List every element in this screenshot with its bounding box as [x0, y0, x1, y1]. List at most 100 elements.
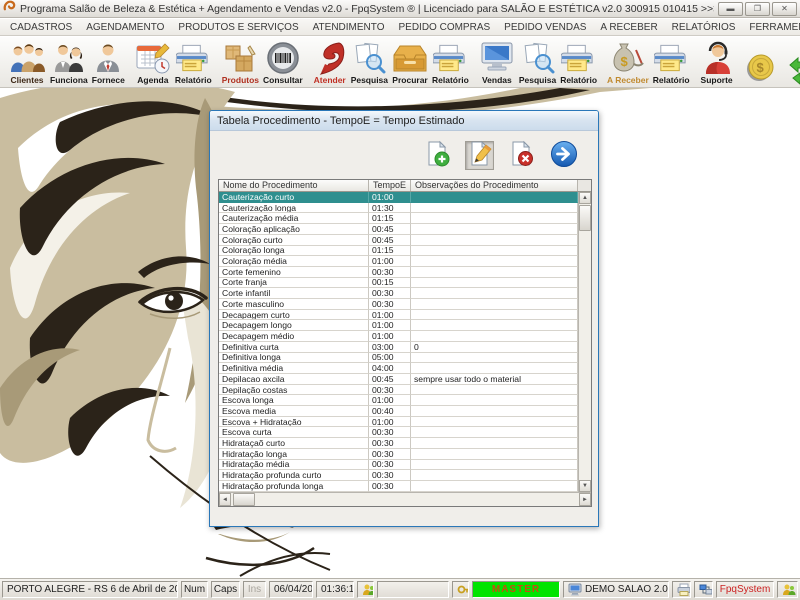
- tempoe-cell: 00:15: [369, 278, 411, 289]
- relatorio-atendimento-button[interactable]: Relatório: [430, 38, 471, 86]
- menu-item-pedido-compras[interactable]: PEDIDO COMPRAS: [391, 19, 497, 35]
- procedure-name-cell: Coloração longa: [219, 246, 369, 257]
- table-row[interactable]: Definitiva curta03:000: [219, 342, 578, 353]
- minimize-button[interactable]: ▬: [718, 2, 743, 16]
- table-row[interactable]: Corte franja00:15: [219, 278, 578, 289]
- status-panel-printer: [672, 581, 691, 598]
- observacao-cell: [411, 310, 578, 321]
- table-row[interactable]: Escova longa01:00: [219, 395, 578, 406]
- scroll-down-icon[interactable]: ▼: [579, 480, 591, 492]
- scroll-up-icon[interactable]: ▲: [579, 192, 591, 204]
- procurar-button[interactable]: Procurar: [390, 38, 430, 86]
- procedure-name-cell: Corte masculino: [219, 299, 369, 310]
- vendas-button[interactable]: Vendas: [477, 38, 517, 86]
- table-row[interactable]: Hidratação longa00:30: [219, 449, 578, 460]
- table-row[interactable]: Cauterização longa01:30: [219, 203, 578, 214]
- relatorio-a-receber-button[interactable]: Relatório: [651, 38, 692, 86]
- status-panel-network: [694, 581, 713, 598]
- procurar-label: Procurar: [392, 75, 427, 85]
- menu-item-cadastros[interactable]: CADASTROS: [3, 19, 79, 35]
- procedure-name-cell: Hidratação média: [219, 460, 369, 471]
- printer-icon: [433, 40, 468, 75]
- doc-add-icon: [424, 140, 451, 170]
- scroll-right-icon[interactable]: ►: [579, 493, 591, 506]
- status-panel-num-lock: Num: [181, 581, 208, 598]
- toolbar-group: ProdutosConsultar: [218, 38, 307, 86]
- table-row[interactable]: Corte masculino00:30: [219, 299, 578, 310]
- monitor-icon: [479, 40, 515, 75]
- table-row[interactable]: Coloração aplicação00:45: [219, 224, 578, 235]
- close-button[interactable]: ✕: [772, 2, 797, 16]
- table-row[interactable]: Escova media00:40: [219, 406, 578, 417]
- table-row[interactable]: Hidratação profunda longa00:30: [219, 481, 578, 492]
- sair-button[interactable]: EXIT: [785, 38, 800, 86]
- table-row[interactable]: Corte femenino00:30: [219, 267, 578, 278]
- column-header-observacoes[interactable]: Observações do Procedimento: [411, 180, 578, 191]
- horizontal-scroll-thumb[interactable]: [233, 493, 255, 506]
- next-record-button[interactable]: [549, 141, 578, 170]
- menu-item-pedido-vendas[interactable]: PEDIDO VENDAS: [497, 19, 593, 35]
- horizontal-scrollbar[interactable]: ◄ ►: [219, 492, 591, 506]
- suporte-button[interactable]: Suporte: [698, 38, 736, 86]
- table-row[interactable]: Hidratação média00:30: [219, 460, 578, 471]
- table-row[interactable]: Decapagem curto01:00: [219, 310, 578, 321]
- produtos-button[interactable]: Produtos: [220, 38, 261, 86]
- edit-record-button[interactable]: [465, 141, 494, 170]
- vertical-scroll-thumb[interactable]: [579, 205, 591, 231]
- table-header-stub: [578, 180, 591, 192]
- menu-item-produtos-e-servi-os[interactable]: PRODUTOS E SERVIÇOS: [171, 19, 305, 35]
- status-panel-key: [452, 581, 469, 598]
- dialog-title-bar[interactable]: Tabela Procedimento - TempoE = Tempo Est…: [210, 111, 598, 131]
- table-row[interactable]: Definitiva média04:00: [219, 363, 578, 374]
- menu-item-relat-rios[interactable]: RELATÓRIOS: [665, 19, 743, 35]
- table-row[interactable]: Escova + Hidratação01:00: [219, 417, 578, 428]
- table-row[interactable]: Cauterização curto01:00: [219, 192, 578, 203]
- menu-item-atendimento[interactable]: ATENDIMENTO: [306, 19, 392, 35]
- status-panel-demo: DEMO SALAO 2.0: [563, 581, 669, 598]
- pesquisa-atendimento-button[interactable]: Pesquisa: [349, 38, 390, 86]
- ribbon-icon: [313, 40, 347, 75]
- delete-record-button[interactable]: [507, 141, 536, 170]
- dialog-toolbar: [210, 140, 578, 170]
- scroll-left-icon[interactable]: ◄: [219, 493, 231, 506]
- fornecedor-button[interactable]: Fornece: [90, 38, 127, 86]
- funcionario-button[interactable]: Funciona: [48, 38, 90, 86]
- table-row[interactable]: Corte infantil00:30: [219, 288, 578, 299]
- consultar-button[interactable]: Consultar: [261, 38, 305, 86]
- table-row[interactable]: Cauterização média01:15: [219, 213, 578, 224]
- menu-item-ferramentas[interactable]: FERRAMENTAS: [742, 19, 800, 35]
- vertical-scrollbar[interactable]: ▲ ▼: [578, 192, 591, 492]
- table-row[interactable]: Coloração curto00:45: [219, 235, 578, 246]
- moeda-button[interactable]: $: [742, 38, 779, 86]
- restore-button[interactable]: ❐: [745, 2, 770, 16]
- a-receber-button[interactable]: $A Receber: [605, 38, 651, 86]
- clientes-button[interactable]: Clientes: [6, 38, 48, 86]
- relatorio-agenda-label: Relatório: [175, 75, 212, 85]
- pesquisa-vendas-button[interactable]: Pesquisa: [517, 38, 558, 86]
- tempoe-cell: 03:00: [369, 342, 411, 353]
- procedure-name-cell: Depilação costas: [219, 385, 369, 396]
- table-row[interactable]: Decapagem médio01:00: [219, 331, 578, 342]
- add-record-button[interactable]: [423, 141, 452, 170]
- atender-button[interactable]: Atender: [311, 38, 349, 86]
- relatorio-vendas-button[interactable]: Relatório: [558, 38, 599, 86]
- table-row[interactable]: Depilação costas00:30: [219, 385, 578, 396]
- agenda-button[interactable]: Agenda: [133, 38, 173, 86]
- tempoe-cell: 00:40: [369, 406, 411, 417]
- menu-item-a-receber[interactable]: A RECEBER: [593, 19, 664, 35]
- table-row[interactable]: Depilacao axcila00:45sempre usar todo o …: [219, 374, 578, 385]
- column-header-nome[interactable]: Nome do Procedimento: [219, 180, 369, 191]
- suporte-label: Suporte: [701, 75, 733, 85]
- table-row[interactable]: Hidrataçaõ curto00:30: [219, 438, 578, 449]
- table-row[interactable]: Coloração longa01:15: [219, 246, 578, 257]
- table-row[interactable]: Hidratação profunda curto00:30: [219, 470, 578, 481]
- menu-item-agendamento[interactable]: AGENDAMENTO: [79, 19, 171, 35]
- table-row[interactable]: Coloração média01:00: [219, 256, 578, 267]
- status-bar: PORTO ALEGRE - RS 6 de Abril de 2015 - S…: [0, 578, 800, 600]
- tempoe-cell: 00:30: [369, 449, 411, 460]
- table-row[interactable]: Escova curta00:30: [219, 427, 578, 438]
- table-row[interactable]: Decapagem longo01:00: [219, 320, 578, 331]
- column-header-tempoe[interactable]: TempoE: [369, 180, 411, 191]
- relatorio-agenda-button[interactable]: Relatório: [173, 38, 214, 86]
- table-row[interactable]: Definitiva longa05:00: [219, 353, 578, 364]
